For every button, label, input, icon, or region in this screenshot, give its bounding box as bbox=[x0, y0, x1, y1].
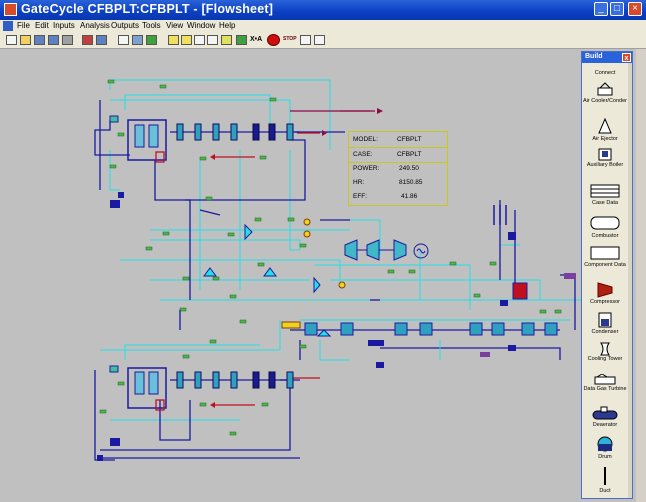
divider bbox=[349, 147, 447, 148]
case-value: CFBPLT bbox=[397, 151, 422, 158]
build-item-cooling-tower[interactable]: Cooling Tower bbox=[582, 342, 628, 372]
build-item-compressor[interactable]: Compressor bbox=[582, 282, 628, 308]
efficiency-value: 41.86 bbox=[401, 193, 418, 200]
heat-rate-label: HR: bbox=[353, 179, 365, 186]
build-item-air-cooler[interactable]: Air Cooler/Conder bbox=[582, 82, 628, 114]
drum-icon bbox=[597, 436, 613, 452]
feedwater-heater-train bbox=[281, 319, 570, 368]
save-as-icon[interactable] bbox=[48, 35, 59, 45]
save-icon[interactable] bbox=[34, 35, 45, 45]
cooling-tower-icon bbox=[600, 342, 610, 356]
open-icon[interactable] bbox=[20, 35, 31, 45]
menu-help[interactable]: Help bbox=[219, 21, 235, 30]
new-icon[interactable] bbox=[6, 35, 17, 45]
build-close-button[interactable]: x bbox=[622, 53, 631, 62]
heat-rate-value: 8150.85 bbox=[399, 179, 423, 186]
power-value: 249.50 bbox=[399, 165, 419, 172]
combustor-icon bbox=[590, 216, 620, 230]
export-icon[interactable] bbox=[314, 35, 325, 45]
top-boiler-system bbox=[94, 79, 590, 344]
condenser-icon bbox=[598, 312, 612, 328]
close-button[interactable]: × bbox=[628, 2, 642, 16]
flowsheet-diagram[interactable] bbox=[0, 49, 636, 502]
menu-bar: File Edit Inputs Analysis Outputs Tools … bbox=[0, 20, 646, 33]
link-icon[interactable] bbox=[132, 35, 143, 45]
case-label: CASE: bbox=[353, 151, 373, 158]
build-item-condenser[interactable]: Condenser bbox=[582, 312, 628, 338]
stop-label[interactable]: STOP bbox=[283, 36, 297, 42]
build-item-drum[interactable]: Drum bbox=[582, 436, 628, 464]
menu-tools[interactable]: Tools bbox=[142, 21, 161, 30]
cut-icon[interactable] bbox=[168, 35, 179, 45]
menu-inputs[interactable]: Inputs bbox=[53, 21, 75, 30]
build-title-bar: Build x bbox=[582, 52, 632, 63]
window-title: GateCycle CFBPLT:CFBPLT - [Flowsheet] bbox=[21, 2, 274, 16]
bottom-boiler-system bbox=[94, 310, 320, 461]
build-item-combustor[interactable]: Combustor bbox=[582, 216, 628, 242]
air-cooler-icon bbox=[597, 82, 613, 96]
build-item-deaerator[interactable]: Deaerator bbox=[582, 406, 628, 432]
build-scrollbar[interactable] bbox=[628, 63, 632, 498]
menu-analysis[interactable]: Analysis bbox=[80, 21, 110, 30]
component-data-icon bbox=[590, 246, 620, 260]
model-label: MODEL: bbox=[353, 136, 378, 143]
results-summary-box: MODEL: CFBPLT CASE: CFBPLT POWER: 249.50… bbox=[348, 131, 448, 206]
build-item-data-gas-turbine[interactable]: Data Gas Turbine bbox=[582, 374, 628, 404]
efficiency-label: EFF: bbox=[353, 193, 368, 200]
menu-outputs[interactable]: Outputs bbox=[111, 21, 139, 30]
menu-edit[interactable]: Edit bbox=[35, 21, 49, 30]
toolbar: X•A STOP bbox=[0, 33, 646, 49]
divider bbox=[349, 162, 447, 163]
menu-view[interactable]: View bbox=[166, 21, 183, 30]
build-palette: Build x Connect Air Cooler/Conder Air Ej… bbox=[581, 51, 633, 499]
app-icon[interactable] bbox=[4, 3, 17, 16]
document-icon[interactable] bbox=[3, 21, 13, 31]
vertical-scrollbar[interactable] bbox=[636, 49, 646, 502]
power-label: POWER: bbox=[353, 165, 380, 172]
menu-window[interactable]: Window bbox=[187, 21, 215, 30]
solve-icon[interactable] bbox=[146, 35, 157, 45]
sheet-icon[interactable] bbox=[300, 35, 311, 45]
case-icon[interactable] bbox=[96, 35, 107, 45]
flowsheet-icon[interactable] bbox=[118, 35, 129, 45]
duct-icon bbox=[604, 467, 606, 485]
zoom-icon[interactable] bbox=[207, 35, 218, 45]
build-item-case-data[interactable]: Case Data bbox=[582, 184, 628, 208]
run-icon[interactable] bbox=[236, 35, 247, 45]
deaerator-icon bbox=[592, 406, 618, 420]
build-item-duct[interactable]: Duct bbox=[582, 466, 628, 496]
build-title: Build bbox=[585, 53, 603, 60]
stop-icon[interactable] bbox=[267, 34, 280, 46]
build-item-component-data[interactable]: Component Data bbox=[582, 246, 628, 278]
model-value: CFBPLT bbox=[397, 136, 422, 143]
build-item-air-ejector[interactable]: Air Ejector bbox=[582, 118, 628, 144]
edit-icon[interactable] bbox=[221, 35, 232, 45]
title-bar: GateCycle CFBPLT:CFBPLT - [Flowsheet] _ … bbox=[0, 0, 646, 20]
minimize-button[interactable]: _ bbox=[594, 2, 608, 16]
build-item-connect[interactable]: Connect bbox=[582, 69, 628, 79]
build-item-auxiliary-boiler[interactable]: Auxiliary Boiler bbox=[582, 148, 628, 176]
maximize-button[interactable]: □ bbox=[610, 2, 624, 16]
move-icon[interactable] bbox=[181, 35, 192, 45]
gas-turbine-icon bbox=[594, 374, 616, 385]
menu-file[interactable]: File bbox=[17, 21, 30, 30]
compressor-icon bbox=[597, 282, 613, 298]
air-ejector-icon bbox=[598, 118, 612, 134]
grid-icon[interactable] bbox=[194, 35, 205, 45]
model-icon[interactable] bbox=[82, 35, 93, 45]
xa-button[interactable]: X•A bbox=[250, 36, 262, 43]
case-data-icon bbox=[590, 184, 620, 198]
auxiliary-boiler-icon bbox=[598, 148, 612, 161]
print-icon[interactable] bbox=[62, 35, 73, 45]
